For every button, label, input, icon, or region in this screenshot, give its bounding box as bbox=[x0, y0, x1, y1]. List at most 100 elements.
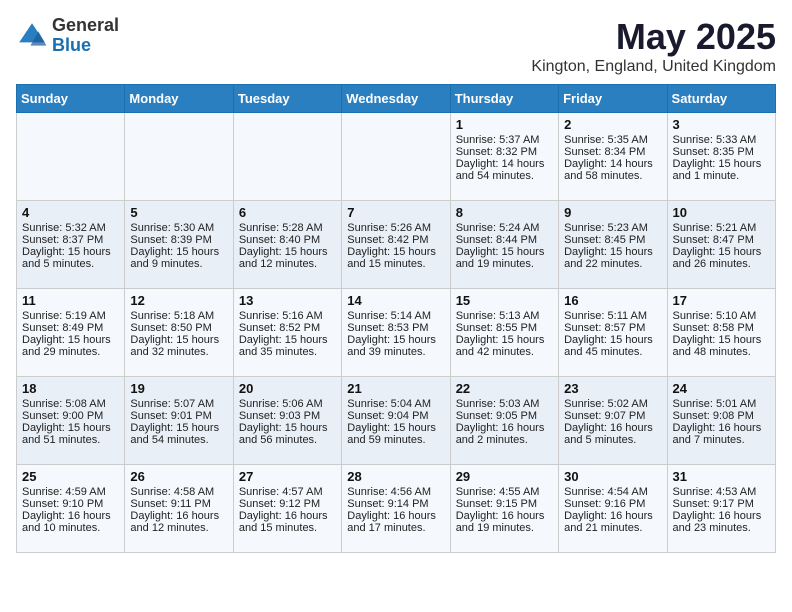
calendar-cell bbox=[17, 113, 125, 201]
logo-icon bbox=[16, 20, 48, 52]
col-header-wednesday: Wednesday bbox=[342, 85, 450, 113]
daylight-text: Daylight: 15 hours and 42 minutes. bbox=[456, 334, 553, 358]
daylight-text: Daylight: 16 hours and 15 minutes. bbox=[239, 510, 336, 534]
daylight-text: Daylight: 16 hours and 23 minutes. bbox=[673, 510, 770, 534]
daylight-text: Daylight: 14 hours and 58 minutes. bbox=[564, 158, 661, 182]
calendar-cell: 20Sunrise: 5:06 AMSunset: 9:03 PMDayligh… bbox=[233, 377, 341, 465]
calendar-cell bbox=[125, 113, 233, 201]
calendar-cell: 23Sunrise: 5:02 AMSunset: 9:07 PMDayligh… bbox=[559, 377, 667, 465]
sunset-text: Sunset: 8:53 PM bbox=[347, 322, 444, 334]
calendar-cell bbox=[233, 113, 341, 201]
sunset-text: Sunset: 9:05 PM bbox=[456, 410, 553, 422]
daylight-text: Daylight: 14 hours and 54 minutes. bbox=[456, 158, 553, 182]
sunrise-text: Sunrise: 5:37 AM bbox=[456, 134, 553, 146]
day-number: 5 bbox=[130, 205, 227, 220]
sunset-text: Sunset: 8:35 PM bbox=[673, 146, 770, 158]
calendar-cell bbox=[342, 113, 450, 201]
calendar-cell: 29Sunrise: 4:55 AMSunset: 9:15 PMDayligh… bbox=[450, 465, 558, 553]
header-row: SundayMondayTuesdayWednesdayThursdayFrid… bbox=[17, 85, 776, 113]
day-number: 7 bbox=[347, 205, 444, 220]
day-number: 17 bbox=[673, 293, 770, 308]
calendar-cell: 25Sunrise: 4:59 AMSunset: 9:10 PMDayligh… bbox=[17, 465, 125, 553]
calendar-table: SundayMondayTuesdayWednesdayThursdayFrid… bbox=[16, 84, 776, 553]
sunrise-text: Sunrise: 4:58 AM bbox=[130, 486, 227, 498]
daylight-text: Daylight: 15 hours and 45 minutes. bbox=[564, 334, 661, 358]
sunset-text: Sunset: 9:14 PM bbox=[347, 498, 444, 510]
daylight-text: Daylight: 15 hours and 29 minutes. bbox=[22, 334, 119, 358]
calendar-cell: 8Sunrise: 5:24 AMSunset: 8:44 PMDaylight… bbox=[450, 201, 558, 289]
sunset-text: Sunset: 8:49 PM bbox=[22, 322, 119, 334]
daylight-text: Daylight: 16 hours and 17 minutes. bbox=[347, 510, 444, 534]
calendar-cell: 9Sunrise: 5:23 AMSunset: 8:45 PMDaylight… bbox=[559, 201, 667, 289]
sunset-text: Sunset: 8:45 PM bbox=[564, 234, 661, 246]
daylight-text: Daylight: 15 hours and 51 minutes. bbox=[22, 422, 119, 446]
daylight-text: Daylight: 15 hours and 22 minutes. bbox=[564, 246, 661, 270]
daylight-text: Daylight: 15 hours and 48 minutes. bbox=[673, 334, 770, 358]
sunrise-text: Sunrise: 4:59 AM bbox=[22, 486, 119, 498]
calendar-cell: 2 Sunrise: 5:35 AMSunset: 8:34 PMDaylight… bbox=[559, 113, 667, 201]
daylight-text: Daylight: 16 hours and 12 minutes. bbox=[130, 510, 227, 534]
sunrise-text: Sunrise: 4:55 AM bbox=[456, 486, 553, 498]
day-number: 23 bbox=[564, 381, 661, 396]
day-number: 14 bbox=[347, 293, 444, 308]
sunrise-text: Sunrise: 5:35 AM bbox=[564, 134, 661, 146]
calendar-cell: 12Sunrise: 5:18 AMSunset: 8:50 PMDayligh… bbox=[125, 289, 233, 377]
daylight-text: Daylight: 15 hours and 39 minutes. bbox=[347, 334, 444, 358]
sunset-text: Sunset: 9:07 PM bbox=[564, 410, 661, 422]
day-number: 13 bbox=[239, 293, 336, 308]
calendar-cell: 15Sunrise: 5:13 AMSunset: 8:55 PMDayligh… bbox=[450, 289, 558, 377]
daylight-text: Daylight: 15 hours and 32 minutes. bbox=[130, 334, 227, 358]
day-number: 10 bbox=[673, 205, 770, 220]
col-header-sunday: Sunday bbox=[17, 85, 125, 113]
calendar-cell: 31Sunrise: 4:53 AMSunset: 9:17 PMDayligh… bbox=[667, 465, 775, 553]
sunset-text: Sunset: 8:47 PM bbox=[673, 234, 770, 246]
sunset-text: Sunset: 9:16 PM bbox=[564, 498, 661, 510]
calendar-cell: 16Sunrise: 5:11 AMSunset: 8:57 PMDayligh… bbox=[559, 289, 667, 377]
sunrise-text: Sunrise: 5:13 AM bbox=[456, 310, 553, 322]
header: General Blue May 2025 Kington, England, … bbox=[16, 16, 776, 76]
sunset-text: Sunset: 8:44 PM bbox=[456, 234, 553, 246]
col-header-friday: Friday bbox=[559, 85, 667, 113]
sunset-text: Sunset: 9:10 PM bbox=[22, 498, 119, 510]
day-number: 18 bbox=[22, 381, 119, 396]
calendar-cell: 26Sunrise: 4:58 AMSunset: 9:11 PMDayligh… bbox=[125, 465, 233, 553]
week-row-4: 18Sunrise: 5:08 AMSunset: 9:00 PMDayligh… bbox=[17, 377, 776, 465]
calendar-cell: 10Sunrise: 5:21 AMSunset: 8:47 PMDayligh… bbox=[667, 201, 775, 289]
daylight-text: Daylight: 15 hours and 9 minutes. bbox=[130, 246, 227, 270]
day-number: 2 bbox=[564, 117, 661, 132]
logo-blue: Blue bbox=[52, 36, 119, 56]
sunset-text: Sunset: 9:17 PM bbox=[673, 498, 770, 510]
day-number: 27 bbox=[239, 469, 336, 484]
sunset-text: Sunset: 9:15 PM bbox=[456, 498, 553, 510]
sunrise-text: Sunrise: 4:53 AM bbox=[673, 486, 770, 498]
sunrise-text: Sunrise: 5:11 AM bbox=[564, 310, 661, 322]
daylight-text: Daylight: 16 hours and 2 minutes. bbox=[456, 422, 553, 446]
sunrise-text: Sunrise: 4:57 AM bbox=[239, 486, 336, 498]
sunrise-text: Sunrise: 5:30 AM bbox=[130, 222, 227, 234]
sunrise-text: Sunrise: 4:54 AM bbox=[564, 486, 661, 498]
sunrise-text: Sunrise: 5:06 AM bbox=[239, 398, 336, 410]
daylight-text: Daylight: 15 hours and 1 minute. bbox=[673, 158, 770, 182]
day-number: 16 bbox=[564, 293, 661, 308]
calendar-cell: 18Sunrise: 5:08 AMSunset: 9:00 PMDayligh… bbox=[17, 377, 125, 465]
calendar-cell: 1Sunrise: 5:37 AMSunset: 8:32 PMDaylight… bbox=[450, 113, 558, 201]
sunrise-text: Sunrise: 5:10 AM bbox=[673, 310, 770, 322]
daylight-text: Daylight: 15 hours and 56 minutes. bbox=[239, 422, 336, 446]
sunrise-text: Sunrise: 5:24 AM bbox=[456, 222, 553, 234]
sunset-text: Sunset: 8:50 PM bbox=[130, 322, 227, 334]
sunset-text: Sunset: 8:52 PM bbox=[239, 322, 336, 334]
calendar-cell: 27Sunrise: 4:57 AMSunset: 9:12 PMDayligh… bbox=[233, 465, 341, 553]
day-number: 21 bbox=[347, 381, 444, 396]
day-number: 19 bbox=[130, 381, 227, 396]
sunrise-text: Sunrise: 5:01 AM bbox=[673, 398, 770, 410]
week-row-3: 11Sunrise: 5:19 AMSunset: 8:49 PMDayligh… bbox=[17, 289, 776, 377]
day-number: 1 bbox=[456, 117, 553, 132]
sunrise-text: Sunrise: 5:02 AM bbox=[564, 398, 661, 410]
day-number: 3 bbox=[673, 117, 770, 132]
sunset-text: Sunset: 8:34 PM bbox=[564, 146, 661, 158]
calendar-cell: 24Sunrise: 5:01 AMSunset: 9:08 PMDayligh… bbox=[667, 377, 775, 465]
daylight-text: Daylight: 16 hours and 7 minutes. bbox=[673, 422, 770, 446]
daylight-text: Daylight: 15 hours and 59 minutes. bbox=[347, 422, 444, 446]
calendar-cell: 4Sunrise: 5:32 AMSunset: 8:37 PMDaylight… bbox=[17, 201, 125, 289]
daylight-text: Daylight: 16 hours and 21 minutes. bbox=[564, 510, 661, 534]
